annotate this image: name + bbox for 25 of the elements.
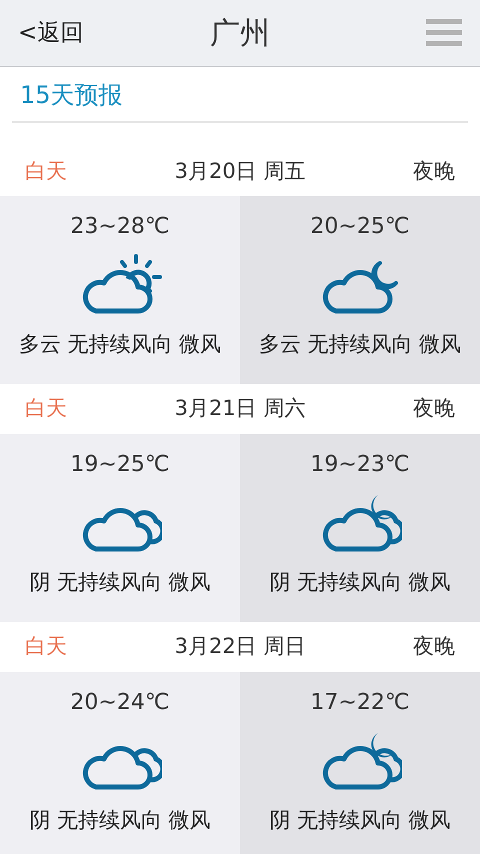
weather-description: 阴 无持续风向 微风: [29, 807, 211, 834]
weather-description: 阴 无持续风向 微风: [29, 569, 211, 596]
city-title: 广州: [210, 14, 270, 52]
date-text: 3月20日 周五: [174, 158, 306, 186]
day-label: 白天: [25, 633, 67, 660]
day-label: 白天: [25, 395, 67, 422]
temperature-text: 23~28℃: [70, 213, 170, 241]
day-label: 白天: [25, 158, 67, 186]
section-title: 15天预报: [20, 81, 123, 109]
back-button[interactable]: <返回: [18, 16, 84, 50]
weather-description: 阴 无持续风向 微风: [269, 569, 451, 596]
temperature-text: 20~25℃: [310, 213, 410, 241]
temperature-text: 19~23℃: [310, 451, 410, 479]
weather-description: 多云 无持续风向 微风: [18, 331, 222, 358]
date-text: 3月22日 周日: [174, 633, 306, 660]
temperature-text: 19~25℃: [70, 451, 170, 479]
menu-icon[interactable]: [426, 19, 462, 47]
temperature-text: 20~24℃: [70, 689, 170, 717]
date-text: 3月21日 周六: [174, 395, 306, 422]
night-label: 夜晚: [412, 158, 455, 186]
weather-description: 多云 无持续风向 微风: [258, 331, 462, 358]
night-label: 夜晚: [412, 633, 455, 660]
night-label: 夜晚: [412, 395, 455, 422]
weather-description: 阴 无持续风向 微风: [269, 807, 451, 834]
temperature-text: 17~22℃: [310, 689, 410, 717]
